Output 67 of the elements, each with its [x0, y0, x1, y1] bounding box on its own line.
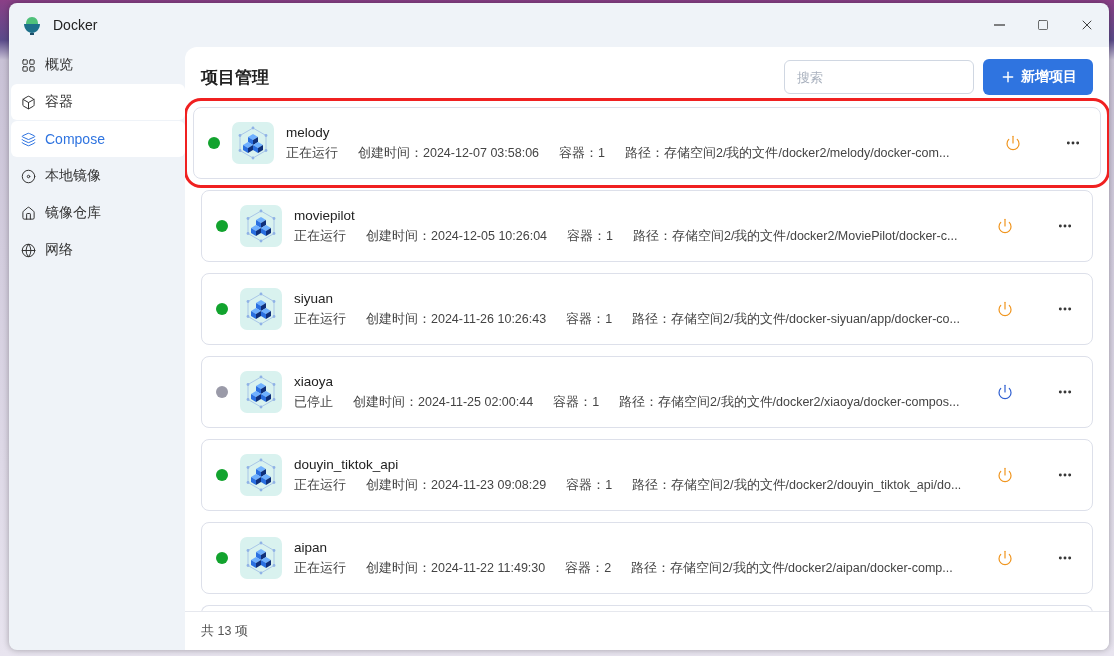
power-icon	[997, 301, 1013, 317]
project-path: 路径：存储空间2/我的文件/docker-siyuan/app/docker-co...	[632, 310, 960, 328]
project-card[interactable]: moviepilot 正在运行 创建时间：2024-12-05 10:26:04 容器：1 路径：存储空间2/我的文件/docker2/MoviePilot/docker-c...	[201, 190, 1093, 262]
add-project-button[interactable]: 新增项目	[983, 59, 1093, 95]
grid-icon	[21, 57, 36, 73]
status-text: 正在运行	[294, 476, 346, 494]
project-name: xiaoya	[294, 373, 335, 389]
container-count: 容器：1	[566, 310, 613, 328]
status-text: 正在运行	[294, 559, 346, 577]
container-count: 容器：1	[566, 476, 613, 494]
status-text: 正在运行	[294, 310, 346, 328]
sidebar-item[interactable]: 容器	[11, 84, 185, 120]
house-icon	[21, 205, 36, 221]
cubes-icon	[240, 371, 282, 413]
page-title: 项目管理	[201, 66, 270, 89]
project-card[interactable]: xiaoya 已停止 创建时间：2024-11-25 02:00:44 容器：1 路径：存储空间2/我的文件/docker2/xiaoya/docker-compos...	[201, 356, 1093, 428]
project-path: 路径：存储空间2/我的文件/docker2/MoviePilot/docker-c...	[633, 227, 958, 245]
disc-icon	[21, 168, 36, 184]
power-icon	[997, 467, 1013, 483]
power-icon	[997, 218, 1013, 234]
project-card[interactable]: aipan 正在运行 创建时间：2024-11-22 11:49:30 容器：2 路径：存储空间2/我的文件/docker2/aipan/docker-comp...	[201, 522, 1093, 594]
project-path: 路径：存储空间2/我的文件/docker2/melody/docker-com...	[625, 144, 950, 162]
cubes-icon	[240, 454, 282, 496]
power-icon	[997, 550, 1013, 566]
cube-icon	[21, 94, 36, 110]
sidebar-item[interactable]: 本地镜像	[11, 158, 185, 194]
project-card[interactable]: siyuan 正在运行 创建时间：2024-11-26 10:26:43 容器：1 路径：存储空间2/我的文件/docker-siyuan/app/docker-co...	[201, 273, 1093, 345]
project-name: siyuan	[294, 290, 335, 306]
project-path: 路径：存储空间2/我的文件/docker2/douyin_tiktok_api/do...	[632, 476, 962, 494]
cubes-icon	[240, 205, 282, 247]
status-text: 正在运行	[294, 227, 346, 245]
container-count: 容器：1	[553, 393, 600, 411]
total-count: 共 13 项	[201, 622, 248, 640]
created-time: 创建时间：2024-12-05 10:26:04	[366, 227, 548, 245]
layers-icon	[21, 131, 36, 147]
project-name: douyin_tiktok_api	[294, 456, 400, 472]
sidebar-item[interactable]: 网络	[11, 232, 185, 268]
project-path: 路径：存储空间2/我的文件/docker2/xiaoya/docker-compos...	[619, 393, 960, 411]
project-name: melody	[286, 124, 331, 140]
sidebar-item[interactable]: 概览	[11, 47, 185, 83]
container-count: 容器：1	[559, 144, 606, 162]
cubes-icon	[240, 537, 282, 579]
globe-icon	[21, 242, 36, 258]
sidebar-item[interactable]: Compose	[11, 121, 185, 157]
minimize-icon	[993, 24, 1005, 26]
search-field[interactable]: 搜索	[784, 60, 974, 94]
created-time: 创建时间：2024-12-07 03:58:06	[358, 144, 540, 162]
window-title: Docker	[53, 17, 99, 33]
project-name: moviepilot	[294, 207, 356, 223]
cubes-icon	[240, 288, 282, 330]
project-card[interactable]: douyin_tiktok_api 正在运行 创建时间：2024-11-23 09:08:29 容器：1 路径：存储空间2/我的文件/docker2/douyin_tiktok_api/do...	[201, 439, 1093, 511]
status-text: 已停止	[294, 393, 333, 411]
sidebar-item[interactable]: 镜像仓库	[11, 195, 185, 231]
cubes-icon	[232, 122, 274, 164]
app-logo-icon	[21, 14, 43, 36]
project-name: aipan	[294, 539, 329, 555]
created-time: 创建时间：2024-11-23 09:08:29	[366, 476, 547, 494]
power-icon	[1005, 135, 1021, 151]
project-path: 路径：存储空间2/我的文件/docker2/aipan/docker-comp...	[631, 559, 953, 577]
status-text: 正在运行	[286, 144, 338, 162]
maximize-icon	[1037, 19, 1049, 31]
created-time: 创建时间：2024-11-26 10:26:43	[366, 310, 547, 328]
created-time: 创建时间：2024-11-22 11:49:30	[366, 559, 546, 577]
created-time: 创建时间：2024-11-25 02:00:44	[353, 393, 534, 411]
container-count: 容器：1	[567, 227, 614, 245]
container-count: 容器：2	[565, 559, 612, 577]
power-icon	[997, 384, 1013, 400]
